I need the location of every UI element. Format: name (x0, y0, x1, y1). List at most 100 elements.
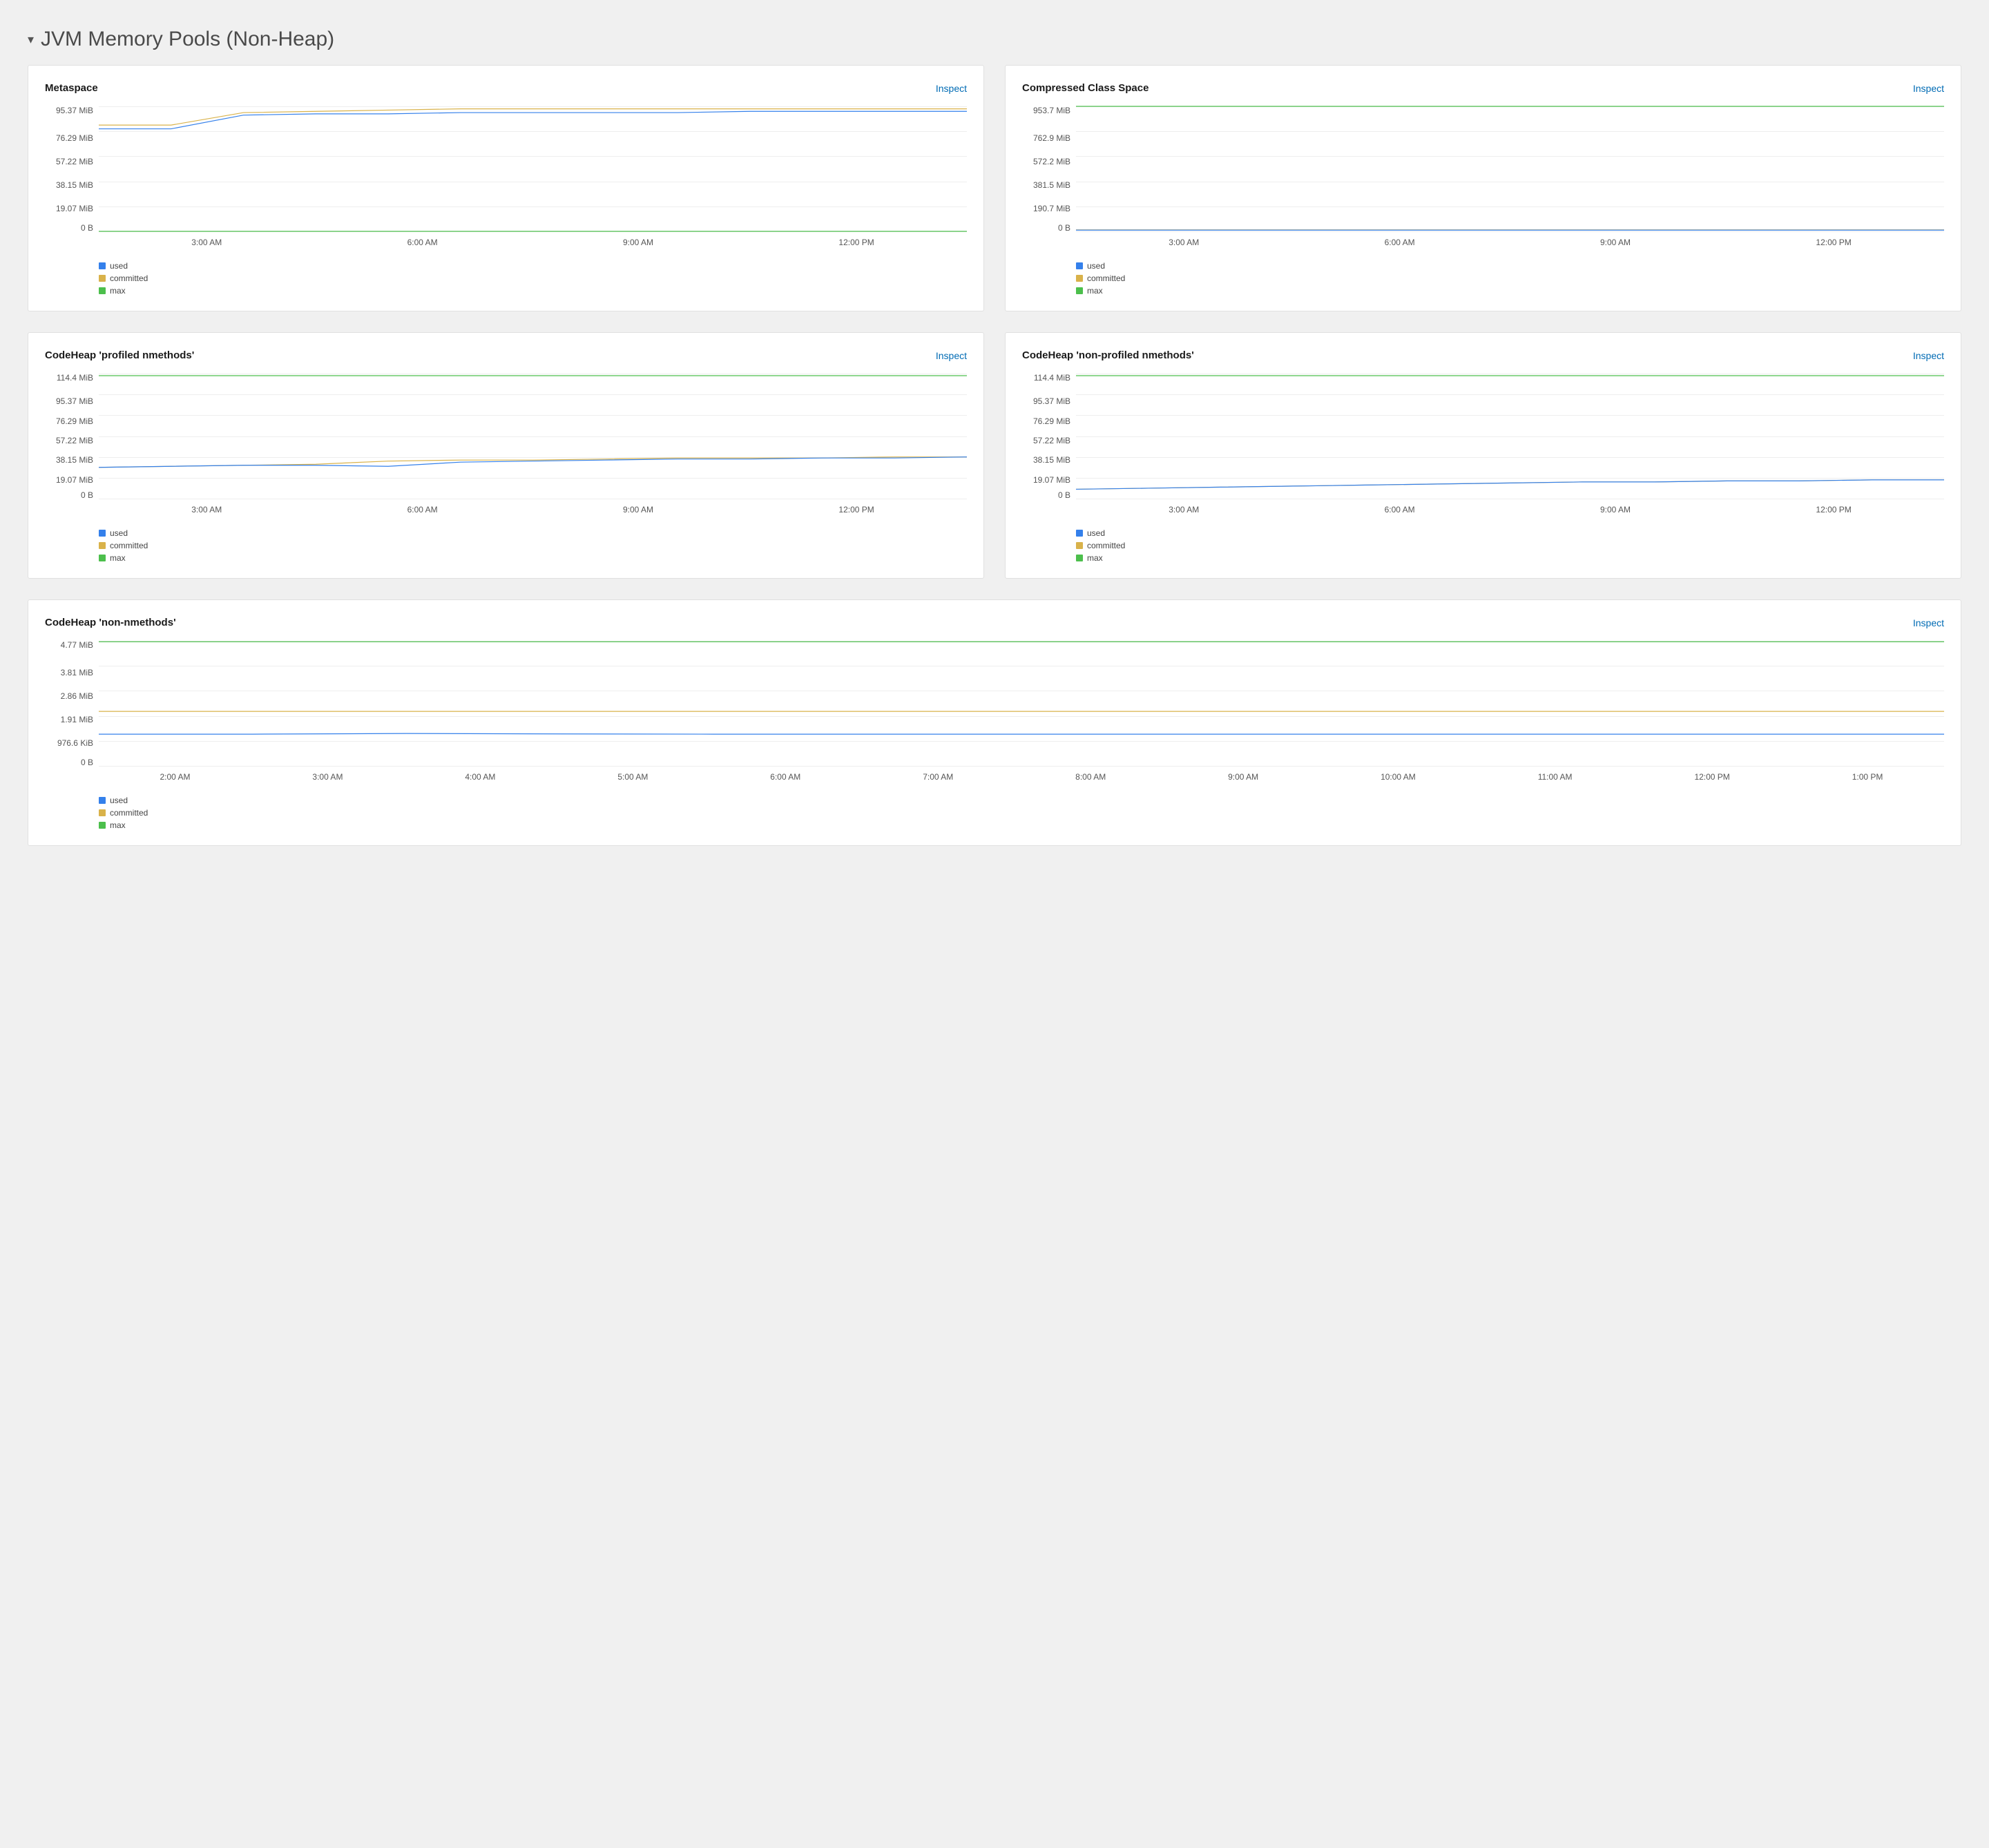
x-axis: 3:00 AM6:00 AM9:00 AM12:00 PM (1076, 238, 1944, 251)
legend-label: used (1087, 528, 1105, 538)
chart-area[interactable]: 4.77 MiB 3.81 MiB 2.86 MiB 1.91 MiB 976.6 Ki… (45, 641, 1944, 786)
x-tick-label: 3:00 AM (1169, 238, 1199, 251)
y-tick-label: 4.77 MiB (45, 641, 93, 649)
x-axis: 3:00 AM6:00 AM9:00 AM12:00 PM (99, 238, 967, 251)
inspect-link[interactable]: Inspect (1913, 83, 1944, 94)
legend-label: committed (110, 808, 148, 818)
legend-item-committed[interactable]: committed (99, 273, 967, 283)
legend-item-committed[interactable]: committed (99, 808, 1944, 818)
legend-item-max[interactable]: max (1076, 286, 1944, 296)
x-tick-label: 8:00 AM (1075, 772, 1106, 786)
legend-item-used[interactable]: used (99, 528, 967, 538)
legend-item-max[interactable]: max (1076, 553, 1944, 563)
y-axis: 95.37 MiB76.29 MiB57.22 MiB38.15 MiB19.0… (45, 106, 93, 232)
y-tick-label: 57.22 MiB (45, 157, 93, 166)
inspect-link[interactable]: Inspect (936, 83, 967, 94)
x-tick-label: 9:00 AM (1600, 238, 1631, 251)
x-tick-label: 1:00 PM (1852, 772, 1883, 786)
legend: used committed max (99, 261, 967, 296)
y-tick-label: 1.91 MiB (45, 715, 93, 724)
legend-item-max[interactable]: max (99, 286, 967, 296)
legend-item-max[interactable]: max (99, 553, 967, 563)
chart-area[interactable]: 95.37 MiB76.29 MiB57.22 MiB38.15 MiB19.0… (45, 106, 967, 251)
legend-label: committed (110, 541, 148, 550)
legend-swatch (1076, 262, 1083, 269)
y-tick-label: 190.7 MiB (1022, 204, 1070, 213)
x-tick-label: 2:00 AM (160, 772, 190, 786)
x-tick-label: 12:00 PM (1816, 505, 1851, 519)
inspect-link[interactable]: Inspect (936, 350, 967, 361)
y-tick-label: 0 B (45, 491, 93, 499)
y-tick-label: 57.22 MiB (45, 436, 93, 445)
legend-item-used[interactable]: used (99, 261, 967, 271)
x-tick-label: 12:00 PM (838, 505, 874, 519)
y-tick-label: 95.37 MiB (45, 106, 93, 115)
y-tick-label: 76.29 MiB (1022, 417, 1070, 425)
legend: used committed max (99, 796, 1944, 830)
legend-item-used[interactable]: used (99, 796, 1944, 805)
legend-swatch (99, 822, 106, 829)
x-axis: 2:00 AM3:00 AM4:00 AM5:00 AM6:00 AM7:00 … (99, 772, 1944, 786)
panel-metaspace: MetaspaceInspect95.37 MiB76.29 MiB57.22 … (28, 65, 984, 311)
gridline (99, 766, 1944, 767)
x-tick-label: 12:00 PM (838, 238, 874, 251)
chart-area[interactable]: 114.4 MiB95.37 MiB76.29 MiB57.22 MiB38.1… (1022, 374, 1944, 519)
chevron-down-icon: ▾ (28, 32, 34, 47)
gridline (1076, 231, 1944, 232)
legend-label: used (110, 261, 128, 271)
legend-item-used[interactable]: used (1076, 528, 1944, 538)
y-tick-label: 76.29 MiB (45, 134, 93, 142)
x-tick-label: 12:00 PM (1694, 772, 1729, 786)
inspect-link[interactable]: Inspect (1913, 617, 1944, 628)
series-used (99, 457, 967, 468)
x-tick-label: 9:00 AM (1228, 772, 1258, 786)
y-tick-label: 0 B (1022, 224, 1070, 232)
x-tick-label: 3:00 AM (191, 238, 222, 251)
legend-label: max (1087, 286, 1103, 296)
legend-swatch (99, 809, 106, 816)
x-tick-label: 6:00 AM (1385, 238, 1415, 251)
x-tick-label: 9:00 AM (623, 505, 653, 519)
legend-label: committed (1087, 273, 1125, 283)
plot-area (99, 641, 1944, 767)
y-tick-label: 762.9 MiB (1022, 134, 1070, 142)
section-title: JVM Memory Pools (Non-Heap) (41, 28, 334, 51)
legend: used committed max (99, 528, 967, 563)
legend-item-max[interactable]: max (99, 820, 1944, 830)
inspect-link[interactable]: Inspect (1913, 350, 1944, 361)
legend-swatch (99, 287, 106, 294)
panel-codeheap-profiled: CodeHeap 'profiled nmethods'Inspect114.4… (28, 332, 984, 579)
x-tick-label: 3:00 AM (1169, 505, 1199, 519)
legend-swatch (99, 530, 106, 537)
legend-label: max (1087, 553, 1103, 563)
x-axis: 3:00 AM 6:00 AM 9:00 AM 12:00 PM (99, 505, 967, 519)
y-tick-label: 976.6 KiB (45, 739, 93, 747)
legend-swatch (99, 275, 106, 282)
x-tick-label: 4:00 AM (465, 772, 495, 786)
legend-label: committed (1087, 541, 1125, 550)
y-tick-label: 3.81 MiB (45, 668, 93, 677)
legend-item-used[interactable]: used (1076, 261, 1944, 271)
series-used (99, 733, 1944, 734)
panel-title: Compressed Class Space (1022, 82, 1149, 94)
legend: used committed max (1076, 261, 1944, 296)
y-tick-label: 2.86 MiB (45, 692, 93, 700)
y-tick-label: 572.2 MiB (1022, 157, 1070, 166)
legend-item-committed[interactable]: committed (1076, 273, 1944, 283)
chart-area[interactable]: 114.4 MiB95.37 MiB76.29 MiB57.22 MiB38.1… (45, 374, 967, 519)
legend-swatch (99, 262, 106, 269)
y-tick-label: 57.22 MiB (1022, 436, 1070, 445)
x-tick-label: 3:00 AM (191, 505, 222, 519)
legend-swatch (99, 797, 106, 804)
y-tick-label: 19.07 MiB (45, 476, 93, 484)
panel-title: CodeHeap 'non-profiled nmethods' (1022, 349, 1194, 361)
y-tick-label: 381.5 MiB (1022, 181, 1070, 189)
chart-area[interactable]: 953.7 MiB762.9 MiB572.2 MiB381.5 MiB190.… (1022, 106, 1944, 251)
legend-item-committed[interactable]: committed (99, 541, 967, 550)
x-tick-label: 3:00 AM (312, 772, 343, 786)
y-tick-label: 0 B (45, 224, 93, 232)
x-tick-label: 6:00 AM (407, 505, 438, 519)
section-header[interactable]: ▾ JVM Memory Pools (Non-Heap) (28, 28, 1961, 51)
y-tick-label: 38.15 MiB (1022, 456, 1070, 464)
legend-item-committed[interactable]: committed (1076, 541, 1944, 550)
